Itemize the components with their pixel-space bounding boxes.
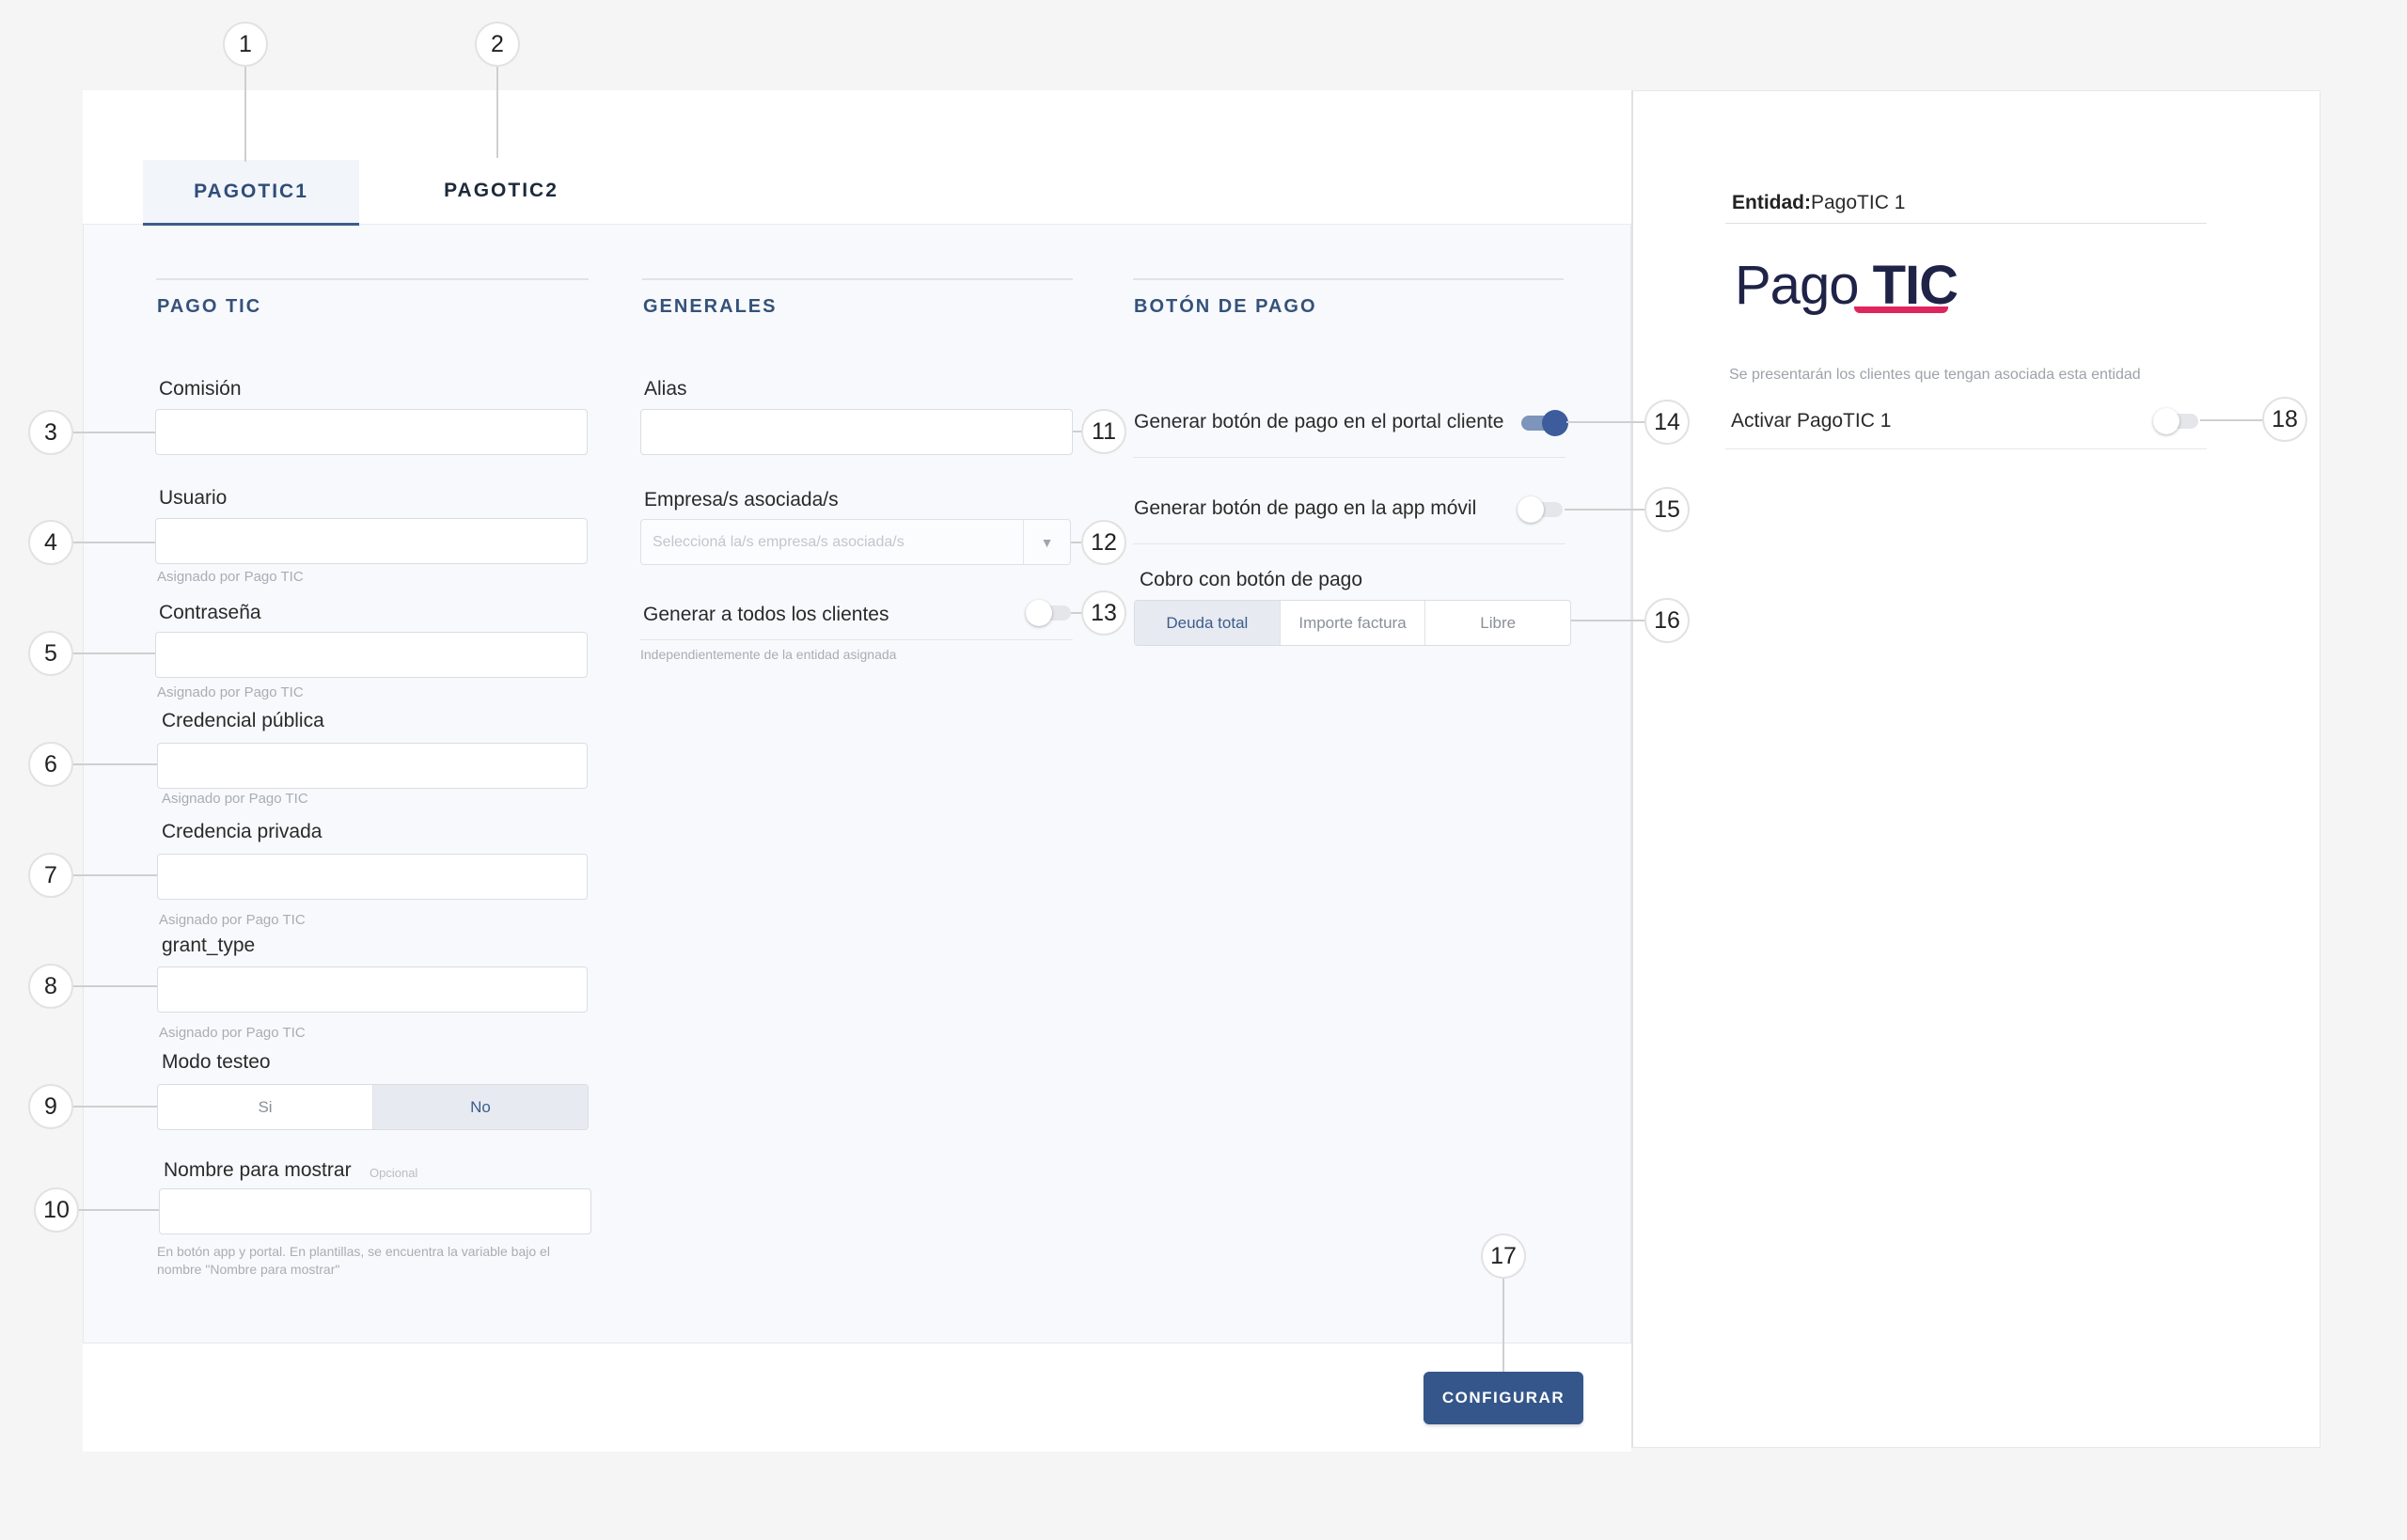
callout-8: 8 bbox=[28, 964, 73, 1009]
configurar-button[interactable]: CONFIGURAR bbox=[1424, 1372, 1583, 1424]
empresas-placeholder: Seleccioná la/s empresa/s asociada/s bbox=[653, 534, 905, 550]
callout-16: 16 bbox=[1644, 598, 1690, 643]
app-label: Generar botón de pago en la app móvil bbox=[1134, 497, 1477, 519]
comision-input[interactable] bbox=[155, 409, 588, 455]
cobro-libre[interactable]: Libre bbox=[1425, 601, 1570, 645]
todos-clientes-hint: Independientemente de la entidad asignad… bbox=[640, 647, 897, 662]
section-divider bbox=[1133, 278, 1564, 280]
credencial-publica-input[interactable] bbox=[157, 743, 588, 789]
callout-6: 6 bbox=[28, 742, 73, 787]
section-divider bbox=[642, 278, 1073, 280]
usuario-input[interactable] bbox=[155, 518, 588, 564]
portal-label: Generar botón de pago en el portal clien… bbox=[1134, 411, 1504, 432]
empresas-select[interactable]: Seleccioná la/s empresa/s asociada/s ▼ bbox=[640, 519, 1071, 565]
footer-bar bbox=[83, 1343, 1631, 1452]
credencia-privada-input[interactable] bbox=[157, 854, 588, 900]
callout-13: 13 bbox=[1081, 590, 1126, 636]
usuario-label: Usuario bbox=[159, 487, 228, 509]
callout-9: 9 bbox=[28, 1084, 73, 1129]
cobro-label: Cobro con botón de pago bbox=[1140, 569, 1363, 590]
alias-label: Alias bbox=[644, 378, 687, 400]
cobro-deuda-total[interactable]: Deuda total bbox=[1135, 601, 1281, 645]
cobro-toggle-group: Deuda total Importe factura Libre bbox=[1134, 600, 1571, 646]
modo-testeo-no[interactable]: No bbox=[373, 1085, 588, 1129]
callout-14: 14 bbox=[1644, 400, 1690, 445]
divider bbox=[640, 639, 1073, 640]
credencial-publica-label: Credencial pública bbox=[162, 710, 324, 731]
todos-clientes-toggle[interactable] bbox=[1026, 600, 1073, 626]
app-toggle[interactable] bbox=[1518, 496, 1565, 523]
nombre-mostrar-input[interactable] bbox=[159, 1188, 591, 1234]
comision-label: Comisión bbox=[159, 378, 242, 400]
portal-toggle[interactable] bbox=[1519, 410, 1568, 436]
contrasena-label: Contraseña bbox=[159, 602, 261, 623]
callout-15: 15 bbox=[1644, 487, 1690, 532]
tab-pagotic1[interactable]: PAGOTIC1 bbox=[143, 160, 359, 226]
grant-type-input[interactable] bbox=[157, 966, 588, 1013]
usuario-hint: Asignado por Pago TIC bbox=[157, 569, 304, 585]
callout-10: 10 bbox=[34, 1187, 79, 1233]
activar-label: Activar PagoTIC 1 bbox=[1731, 410, 1892, 432]
divider bbox=[1133, 457, 1565, 458]
side-description: Se presentarán los clientes que tengan a… bbox=[1729, 367, 2141, 383]
nombre-mostrar-hint: nombre "Nombre para mostrar" bbox=[157, 1262, 340, 1277]
tab-pagotic2[interactable]: PAGOTIC2 bbox=[393, 158, 609, 224]
logo-underline bbox=[1854, 306, 1948, 313]
callout-1: 1 bbox=[223, 22, 268, 67]
divider bbox=[1725, 448, 2207, 449]
contrasena-input[interactable] bbox=[155, 632, 588, 678]
section-divider bbox=[156, 278, 589, 280]
callout-2: 2 bbox=[475, 22, 520, 67]
callout-12: 12 bbox=[1081, 520, 1126, 565]
credencia-privada-label: Credencia privada bbox=[162, 821, 323, 842]
nombre-mostrar-hint: En botón app y portal. En plantillas, se… bbox=[157, 1244, 550, 1259]
contrasena-hint: Asignado por Pago TIC bbox=[157, 684, 304, 700]
nombre-mostrar-label: Nombre para mostrar bbox=[164, 1159, 352, 1181]
callout-11: 11 bbox=[1081, 409, 1126, 454]
section-title-generales: GENERALES bbox=[643, 296, 778, 317]
alias-input[interactable] bbox=[640, 409, 1073, 455]
modo-testeo-si[interactable]: Si bbox=[158, 1085, 373, 1129]
empresas-label: Empresa/s asociada/s bbox=[644, 489, 839, 511]
section-title-pago-tic: PAGO TIC bbox=[157, 296, 262, 317]
divider bbox=[1725, 223, 2207, 224]
nombre-mostrar-optional: Opcional bbox=[370, 1166, 418, 1180]
callout-18: 18 bbox=[2262, 397, 2307, 442]
todos-clientes-label: Generar a todos los clientes bbox=[643, 604, 889, 625]
activar-toggle[interactable] bbox=[2153, 408, 2200, 434]
grant-type-hint: Asignado por Pago TIC bbox=[159, 1025, 306, 1041]
callout-4: 4 bbox=[28, 520, 73, 565]
modo-testeo-toggle-group: Si No bbox=[157, 1084, 589, 1130]
credencial-publica-hint: Asignado por Pago TIC bbox=[162, 791, 308, 807]
section-title-boton-pago: BOTÓN DE PAGO bbox=[1134, 296, 1317, 317]
entidad-value: PagoTIC 1 bbox=[1811, 192, 1906, 213]
grant-type-label: grant_type bbox=[162, 935, 256, 956]
callout-7: 7 bbox=[28, 853, 73, 898]
callout-3: 3 bbox=[28, 410, 73, 455]
callout-5: 5 bbox=[28, 631, 73, 676]
divider bbox=[1133, 543, 1565, 544]
cobro-importe-factura[interactable]: Importe factura bbox=[1281, 601, 1426, 645]
chevron-down-icon[interactable]: ▼ bbox=[1023, 520, 1070, 564]
entidad-label: Entidad: bbox=[1732, 192, 1811, 213]
callout-17: 17 bbox=[1481, 1234, 1526, 1279]
modo-testeo-label: Modo testeo bbox=[162, 1051, 271, 1073]
credencia-privada-hint: Asignado por Pago TIC bbox=[159, 912, 306, 928]
